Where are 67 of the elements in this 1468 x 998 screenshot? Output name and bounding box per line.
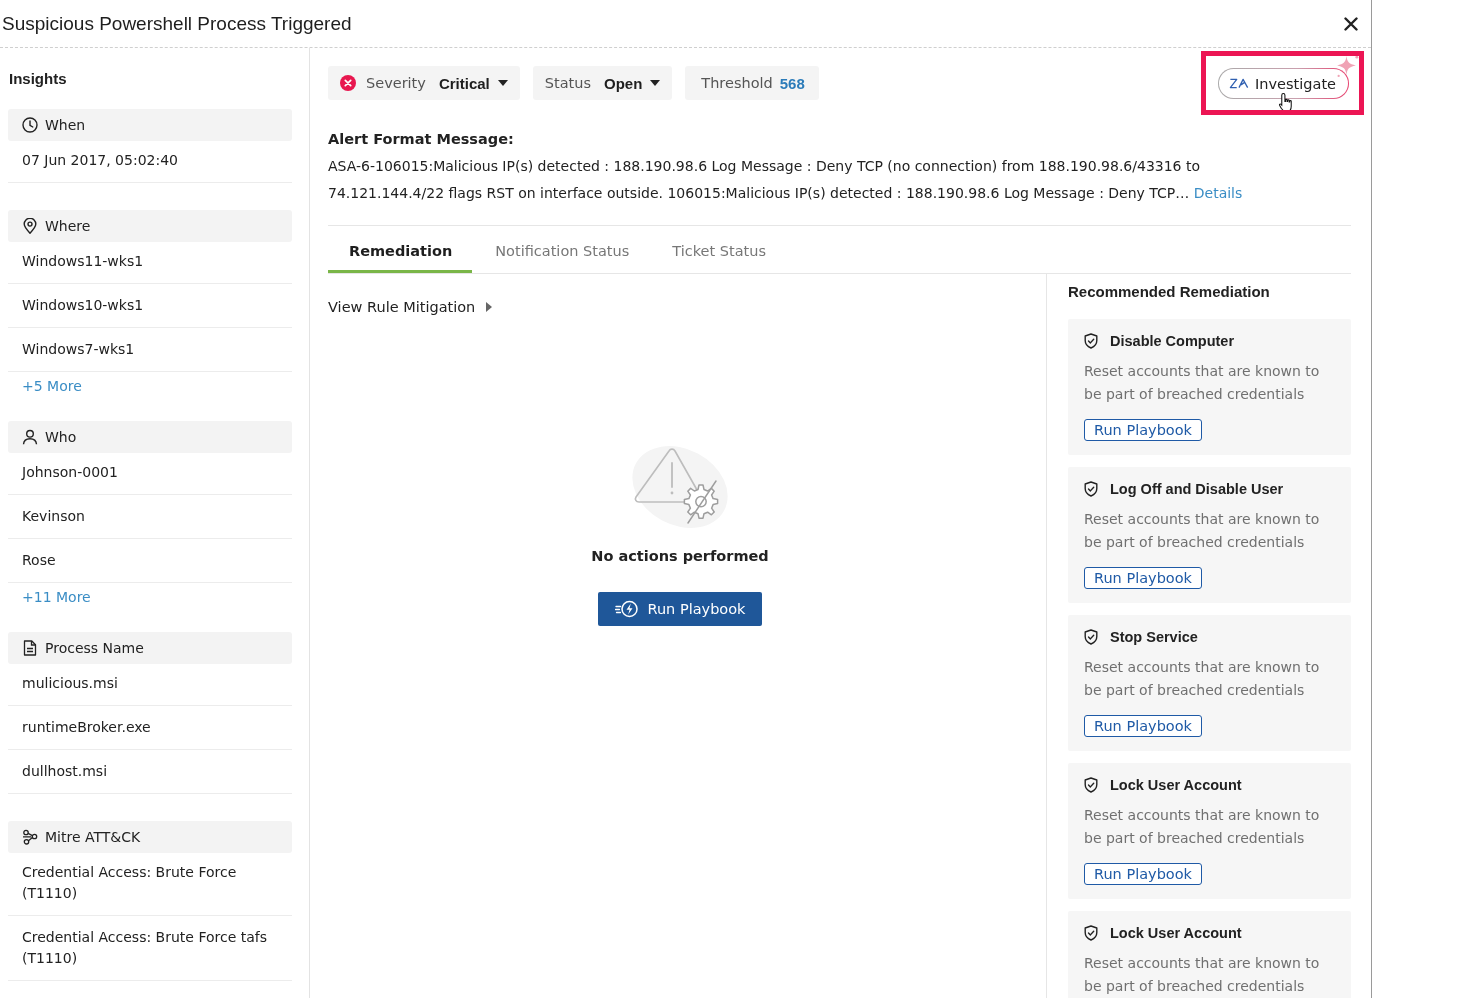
- mitigation-toggle[interactable]: View Rule Mitigation: [328, 297, 493, 317]
- alert-heading: Alert Format Message:: [328, 130, 515, 149]
- card-title: Disable Computer: [1110, 332, 1235, 350]
- run-playbook-button[interactable]: Run Playbook: [1084, 863, 1202, 885]
- empty-state-message: No actions performed: [591, 547, 769, 566]
- recommended-title: Recommended Remediation: [1068, 282, 1271, 302]
- clock-icon: [22, 117, 38, 133]
- status-dropdown[interactable]: Status Open: [532, 66, 673, 100]
- card-description: Reset accounts that are known to be part of breached credentials: [1084, 954, 1321, 996]
- window-title: Suspicious Powershell Process Triggered: [2, 12, 352, 35]
- caret-down-icon: [497, 80, 508, 86]
- section-title: When: [45, 116, 86, 134]
- connected-nodes-icon: [22, 829, 38, 845]
- card-title: Stop Service: [1110, 628, 1198, 646]
- tab[interactable]: Remediation: [328, 226, 473, 273]
- shield-check-icon: [1084, 629, 1098, 645]
- card-title: Lock User Account: [1110, 776, 1242, 794]
- location-pin-icon: [22, 218, 38, 234]
- more-link[interactable]: +11 More: [22, 587, 91, 607]
- card-description: Reset accounts that are known to be part of breached credentials: [1084, 806, 1321, 848]
- tab[interactable]: Ticket Status: [651, 226, 786, 273]
- run-playbook-button[interactable]: Run Playbook: [1084, 567, 1202, 589]
- sidebar-value: Kevinson: [8, 495, 292, 539]
- sparkle-icon: [1335, 54, 1360, 79]
- person-icon: [22, 429, 38, 445]
- sidebar-value: Rose: [8, 539, 292, 583]
- shield-check-icon: [1084, 333, 1098, 349]
- caret-down-icon: [650, 80, 661, 86]
- sidebar-value: Johnson-0001: [8, 453, 292, 495]
- sidebar-value: dullhost.msi: [8, 750, 292, 794]
- run-playbook-button[interactable]: Run Playbook: [1084, 715, 1202, 737]
- sidebar-value: 07 Jun 2017, 05:02:40: [8, 141, 292, 183]
- sidebar-value: Windows11-wks1: [8, 242, 292, 284]
- shield-check-icon: [1084, 481, 1098, 497]
- x-circle-icon: [340, 75, 356, 91]
- zigzag-logo-icon: [1229, 77, 1250, 90]
- close-icon: [1344, 16, 1358, 31]
- card-description: Reset accounts that are known to be part of breached credentials: [1084, 510, 1321, 552]
- shield-check-icon: [1084, 777, 1098, 793]
- sidebar-value: Windows7-wks1: [8, 328, 292, 372]
- lightning-icon: [614, 600, 639, 618]
- card-title: Log Off and Disable User: [1110, 480, 1284, 498]
- severity-dropdown[interactable]: Severity Critical: [328, 66, 520, 100]
- alert-message: ASA-6-106015:Malicious IP(s) detected : 188.190.98.6 Log Message : Deny TCP (no connection) from 188.190.98.6/43316 to 74.121.144.4/22 flags RST on interface outside. 106015:Malicious IP(s) detected : 188.190.98.6 Log Message : Deny TCP… Details: [328, 157, 1244, 203]
- section-title: Where: [45, 217, 91, 235]
- run-playbook-button[interactable]: Run Playbook: [598, 592, 762, 626]
- sidebar-value: runtimeBroker.exe: [8, 706, 292, 750]
- sidebar-value: mulicious.msi: [8, 664, 292, 706]
- card-description: Reset accounts that are known to be part of breached credentials: [1084, 658, 1321, 700]
- document-icon: [22, 640, 38, 656]
- sidebar-value: Credential Access: Brute Force tafs (T1110): [8, 916, 292, 981]
- sidebar-value: Credential Access: Brute Force (T1110): [8, 853, 292, 916]
- section-title: Who: [45, 428, 77, 446]
- section-title: Mitre ATT&CK: [45, 828, 141, 846]
- shield-check-icon: [1084, 925, 1098, 941]
- section-title: Process Name: [45, 639, 144, 657]
- threshold-chip: Threshold 568: [685, 66, 819, 100]
- sidebar-title: Insights: [8, 69, 68, 89]
- card-title: Lock User Account: [1110, 924, 1242, 942]
- sidebar-value: Windows10-wks1: [8, 284, 292, 328]
- investigate-button[interactable]: Investigate: [1218, 68, 1349, 99]
- close-button[interactable]: [1343, 15, 1359, 32]
- run-playbook-button[interactable]: Run Playbook: [1084, 419, 1202, 441]
- tab[interactable]: Notification Status: [474, 226, 650, 273]
- more-link[interactable]: +5 More: [22, 376, 82, 396]
- details-link[interactable]: Details: [1193, 185, 1243, 201]
- card-description: Reset accounts that are known to be part of breached credentials: [1084, 362, 1321, 404]
